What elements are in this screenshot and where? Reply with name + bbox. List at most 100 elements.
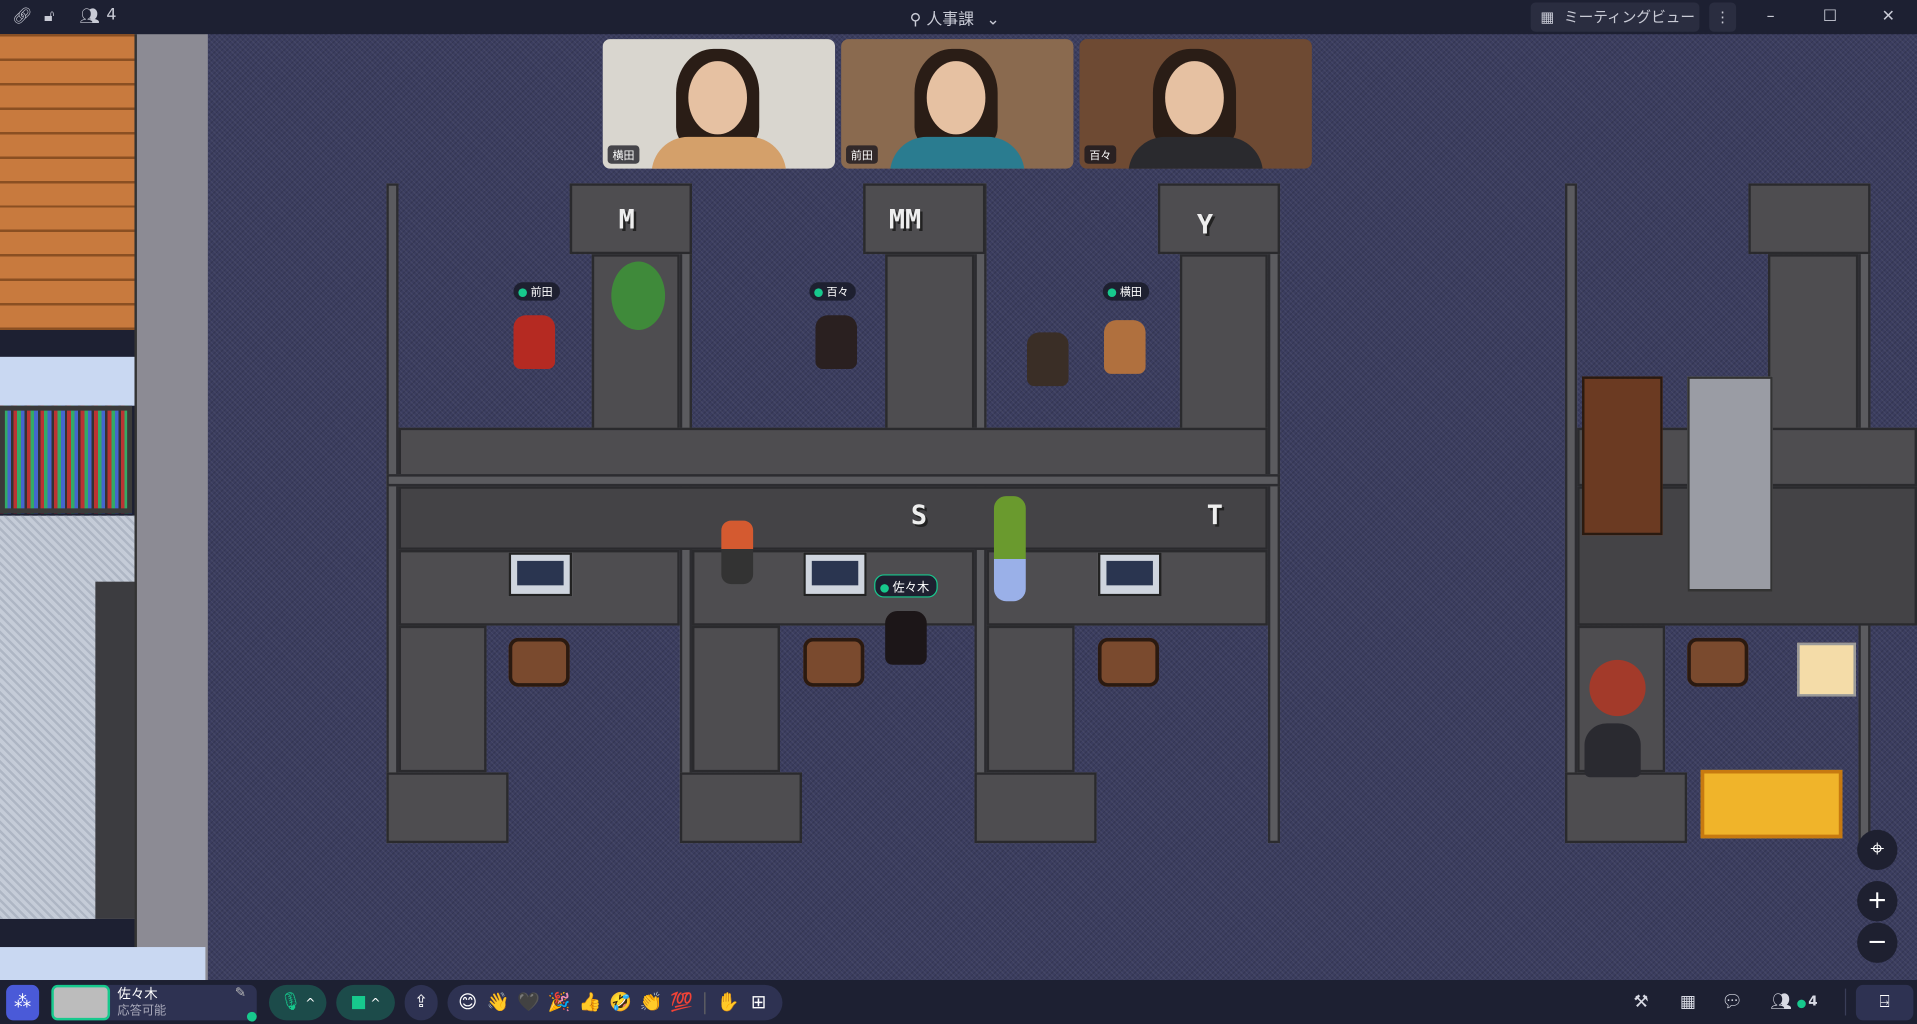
counter	[95, 581, 135, 919]
name-tag-self: 佐々木	[874, 574, 938, 598]
build-hammer-icon[interactable]: ⚒︎	[1633, 992, 1648, 1012]
avatar-dodo[interactable]	[815, 315, 858, 370]
cat	[1584, 723, 1641, 778]
status-dot	[246, 1011, 257, 1022]
avatar-maeda[interactable]	[513, 315, 556, 370]
meeting-view-label: ミーティングビュー	[1563, 8, 1696, 26]
reactions-bar: 😊 👋 🖤 🎉 👍 🤣 👏 💯 ✋ ⊞	[447, 984, 783, 1021]
participants-icon[interactable]: 👥︎	[1770, 992, 1792, 1012]
self-profile[interactable]: 佐々木 応答可能 ✎	[51, 984, 257, 1022]
chevron-up-icon[interactable]: ^	[370, 997, 380, 1010]
more-options-button[interactable]: ⋮	[1709, 2, 1737, 32]
meeting-view-button[interactable]: ▦ ミーティングビュー	[1530, 2, 1700, 32]
window-bottom	[0, 947, 206, 981]
desk-sign: T	[1206, 501, 1223, 532]
close-button[interactable]: ✕	[1882, 7, 1895, 25]
video-tile[interactable]: 百々	[1079, 39, 1312, 169]
chevron-down-icon: ⌄	[986, 10, 1000, 30]
vase-plant	[993, 496, 1026, 602]
self-name: 佐々木	[117, 986, 158, 1003]
desk-sign: M	[618, 205, 635, 236]
emoji-thumbs-up[interactable]: 👍	[575, 985, 606, 1020]
self-status: 応答可能	[117, 1004, 167, 1018]
chair	[508, 637, 570, 687]
microphone-button[interactable]: 🎙︎ ^	[268, 984, 327, 1021]
lock-icon[interactable]: 🔓︎	[44, 7, 54, 25]
zoom-out-button[interactable]: −	[1857, 922, 1898, 963]
sticky-note	[1797, 642, 1856, 697]
video-tile[interactable]: 横田	[602, 39, 836, 169]
chevron-up-icon[interactable]: ^	[305, 997, 315, 1010]
app-menu-button[interactable]: ⁂	[6, 984, 40, 1021]
edit-pencil-icon[interactable]: ✎	[235, 985, 246, 1002]
computer-monitor	[508, 552, 573, 597]
leave-button[interactable]: ⍈	[1855, 984, 1914, 1021]
emoji-smile[interactable]: 😊	[452, 985, 483, 1020]
online-dot	[1797, 999, 1806, 1009]
avatar-npc	[1026, 332, 1069, 387]
avatar-sasaki[interactable]	[885, 611, 927, 665]
divider	[1844, 988, 1847, 1016]
room-selector[interactable]: ⚲ 人事課 ⌄	[910, 6, 1000, 29]
emoji-wave[interactable]: 👋	[483, 985, 514, 1020]
people-icon[interactable]: 👥︎	[79, 7, 99, 25]
video-body	[651, 136, 787, 169]
screen-share-icon: ⇪	[414, 992, 429, 1012]
video-name: 前田	[846, 145, 878, 164]
desk-sign: MM	[888, 205, 922, 236]
chair	[803, 637, 865, 687]
video-body	[890, 136, 1025, 169]
calendar-icon[interactable]: ▦	[1680, 992, 1696, 1012]
name-tag: 前田	[513, 282, 560, 301]
partition-wall	[1267, 183, 1281, 844]
rug	[1700, 769, 1843, 839]
video-face	[1165, 61, 1224, 135]
sign-board	[863, 183, 986, 255]
partition-wall	[1564, 183, 1578, 844]
sign-board	[1748, 183, 1871, 255]
camera-button[interactable]: ■ ^	[336, 984, 395, 1021]
sign-board	[1157, 183, 1281, 255]
link-icon[interactable]: 🔗︎	[12, 7, 32, 25]
flower-pot	[721, 520, 754, 585]
emoji-rofl[interactable]: 🤣	[605, 985, 636, 1020]
participants-count: 4	[1808, 993, 1818, 1010]
locate-button[interactable]: ⌖	[1857, 829, 1898, 871]
bookshelf	[1582, 376, 1663, 536]
desk	[986, 625, 1075, 773]
exit-door-icon: ⍈	[1879, 992, 1890, 1012]
hallway	[134, 34, 208, 981]
computer-monitor	[803, 552, 867, 597]
self-video-thumbnail	[51, 984, 111, 1021]
location-pin-icon: ⚲	[909, 10, 922, 30]
server-machine	[1687, 376, 1773, 592]
chat-icon[interactable]: 💬︎	[1721, 992, 1743, 1012]
screen-share-button[interactable]: ⇪	[404, 984, 438, 1021]
zoom-in-button[interactable]: +	[1857, 881, 1898, 922]
name-tag: 横田	[1102, 282, 1150, 301]
more-reactions-button[interactable]: ⊞	[743, 985, 774, 1020]
desk-row	[398, 486, 1268, 550]
raise-hand-button[interactable]: ✋	[713, 985, 744, 1020]
partition-wall	[386, 183, 399, 844]
computer-monitor	[1097, 552, 1162, 597]
divider	[386, 474, 1281, 487]
maximize-button[interactable]: ☐	[1823, 7, 1837, 25]
chair	[1097, 637, 1160, 687]
emoji-100[interactable]: 💯	[666, 985, 697, 1020]
bottom-toolbar: ⁂ 佐々木 応答可能 ✎ 🎙︎ ^ ■ ^ ⇪ 😊 👋 🖤 🎉 👍 🤣 👏 💯 ✋ ⊞ ⚒︎ ▦ 💬︎…	[0, 980, 1917, 1024]
cabinet	[974, 772, 1097, 844]
emoji-party[interactable]: 🎉	[544, 985, 575, 1020]
desk	[691, 625, 781, 773]
minimize-button[interactable]: –	[1767, 7, 1775, 25]
video-tile[interactable]: 前田	[841, 39, 1074, 169]
avatar-yokota[interactable]	[1104, 320, 1146, 374]
chair	[1687, 637, 1749, 687]
video-face	[688, 61, 748, 135]
emoji-clap[interactable]: 👏	[636, 985, 667, 1020]
name-tag: 百々	[809, 282, 856, 301]
video-name: 百々	[1084, 145, 1117, 164]
emoji-heart[interactable]: 🖤	[513, 985, 544, 1020]
cabinet	[1564, 772, 1688, 844]
bookshelf	[0, 405, 133, 514]
